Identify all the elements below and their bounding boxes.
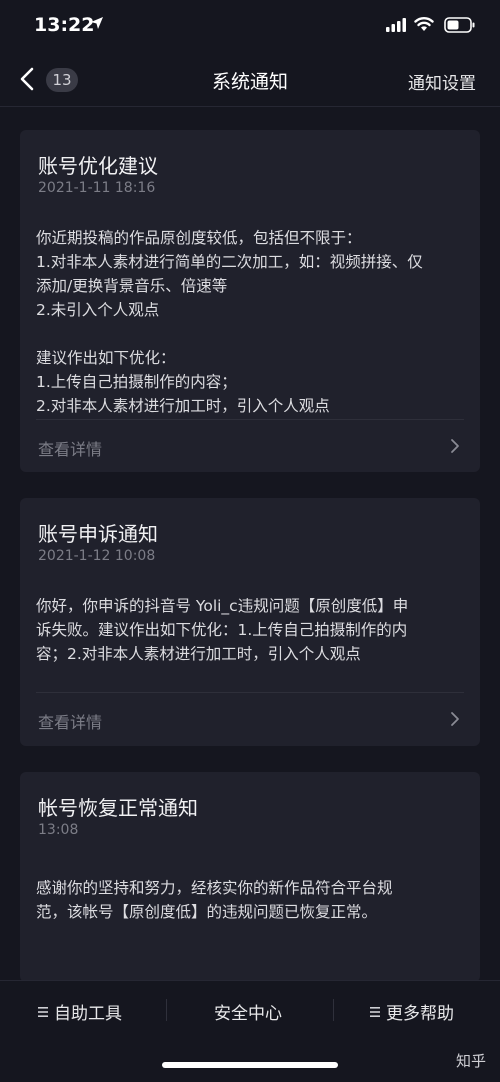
location-arrow-icon (91, 17, 103, 29)
card-body: 感谢你的坚持和努力，经核实你的新作品符合平台规 范，该帐号【原创度低】的违规问题… (36, 879, 393, 921)
view-details-button[interactable]: 查看详情 (36, 422, 464, 470)
security-center-button[interactable]: 安全中心 (214, 999, 282, 1024)
card-body: 你好，你申诉的抖音号 Yoli_c违规问题【原创度低】申 诉失败。建议作出如下优… (36, 597, 409, 663)
more-help-button[interactable]: 更多帮助 (370, 999, 454, 1024)
notification-settings-link[interactable]: 通知设置 (408, 69, 476, 94)
self-service-tools-button[interactable]: 自助工具 (38, 999, 122, 1024)
card-title: 帐号恢复正常通知 (38, 796, 198, 820)
chevron-right-icon (451, 439, 459, 453)
status-time: 13:22 (34, 14, 95, 36)
card-title: 账号优化建议 (38, 154, 158, 178)
home-indicator (162, 1062, 338, 1068)
toolbar-divider (166, 999, 167, 1021)
nav-bar: 13 系统通知 通知设置 (0, 52, 500, 107)
notification-card-appeal: 账号申诉通知 2021-1-12 10:08 你好，你申诉的抖音号 Yoli_c… (20, 498, 480, 746)
self-service-tools-label: 自助工具 (54, 1004, 122, 1024)
card-body: 你近期投稿的作品原创度较低，包括但不限于： 1.对非本人素材进行简单的二次加工，… (36, 229, 423, 415)
view-details-button[interactable]: 查看详情 (36, 695, 464, 743)
menu-lines-icon (370, 1007, 380, 1017)
toolbar-divider (333, 999, 334, 1021)
battery-icon (444, 17, 475, 33)
notification-card-restored: 帐号恢复正常通知 13:08 感谢你的坚持和努力，经核实你的新作品符合平台规 范… (20, 772, 480, 982)
status-bar: 13:22 (0, 0, 500, 52)
more-help-label: 更多帮助 (386, 1004, 454, 1024)
card-date: 2021-1-12 10:08 (38, 548, 156, 564)
bottom-toolbar: 自助工具 安全中心 更多帮助 (0, 980, 500, 1041)
unread-count-badge: 13 (46, 68, 78, 92)
card-divider (36, 419, 464, 420)
view-details-label: 查看详情 (38, 440, 103, 459)
back-chevron-icon[interactable] (16, 66, 40, 92)
notification-card-optimization: 账号优化建议 2021-1-11 18:16 你近期投稿的作品原创度较低，包括但… (20, 130, 480, 472)
card-divider (36, 692, 464, 693)
zhihu-watermark: 知乎 (455, 1052, 486, 1070)
card-date: 13:08 (38, 822, 79, 838)
cellular-signal-icon (386, 18, 406, 32)
wifi-icon (414, 17, 434, 31)
menu-lines-icon (38, 1007, 48, 1017)
card-title: 账号申诉通知 (38, 522, 158, 546)
card-date: 2021-1-11 18:16 (38, 180, 156, 196)
view-details-label: 查看详情 (38, 713, 103, 732)
chevron-right-icon (451, 712, 459, 726)
